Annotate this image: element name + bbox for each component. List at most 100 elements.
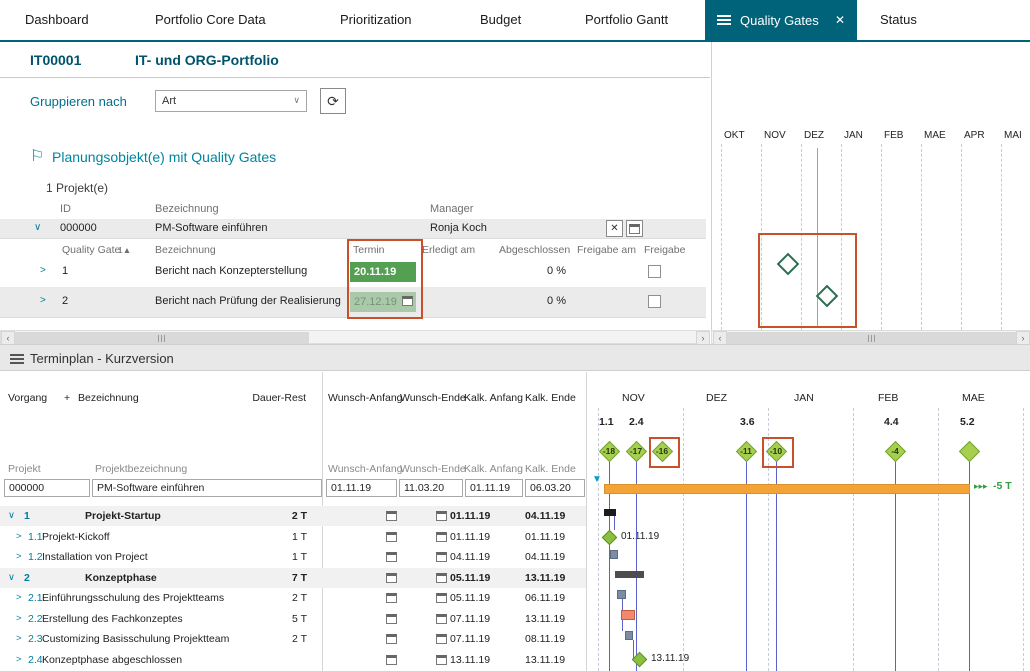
calendar-icon[interactable] (436, 593, 447, 603)
delete-button[interactable]: ✕ (606, 220, 623, 237)
task-row[interactable]: > 1.1 Projekt-Kickoff 1 T 01.11.19 01.11… (0, 527, 586, 547)
refresh-button[interactable]: ⟳ (320, 88, 346, 114)
sort-indicator[interactable]: 1▲ (118, 245, 131, 255)
quality-gate-diamond[interactable]: -18 (598, 440, 621, 463)
expand-icon[interactable]: > (16, 551, 22, 562)
collapse-icon[interactable]: ∨ (34, 222, 41, 233)
tab-prioritization[interactable]: Prioritization (340, 0, 412, 40)
freigabe-checkbox[interactable] (648, 295, 661, 308)
gate-row-2[interactable]: > 2 Bericht nach Prüfung der Realisierun… (0, 287, 706, 318)
termin-date-field[interactable]: 20.11.19 (350, 262, 416, 282)
quality-gate-diamond[interactable] (815, 284, 839, 308)
milestone-diamond-konzeptphase-end[interactable] (631, 651, 648, 668)
section-menu-icon[interactable] (10, 354, 24, 364)
task-row[interactable]: ∨ 1 Projekt-Startup 2 T 01.11.19 04.11.1… (0, 506, 586, 526)
tab-quality-gates[interactable]: Quality Gates ✕ (705, 0, 857, 40)
calendar-icon[interactable] (386, 613, 397, 624)
scroll-left-button[interactable]: ‹ (1, 331, 15, 345)
col-kalk-ende[interactable]: Kalk. Ende (525, 392, 576, 404)
calendar-icon[interactable] (436, 572, 447, 583)
tab-portfolio-core-data[interactable]: Portfolio Core Data (155, 0, 266, 40)
scrollbar-thumb[interactable] (15, 332, 309, 344)
collapse-icon[interactable]: ∨ (8, 572, 15, 583)
calendar-icon[interactable] (436, 634, 447, 644)
expand-icon[interactable]: > (16, 633, 22, 644)
collapse-icon[interactable]: ∨ (8, 510, 15, 521)
gantt-bar-projekt-startup[interactable] (604, 509, 616, 516)
col-abgeschlossen[interactable]: Abgeschlossen (499, 244, 570, 256)
task-row[interactable]: > 2.2 Erstellung des Fachkonzeptes 5 T 0… (0, 609, 586, 629)
calendar-icon[interactable] (436, 531, 447, 542)
col-erledigt-am[interactable]: Erledigt am (422, 244, 475, 256)
calendar-icon[interactable] (386, 593, 397, 603)
scroll-right-button[interactable]: › (696, 331, 710, 345)
add-task-button[interactable]: + (64, 392, 70, 404)
expand-icon[interactable]: > (40, 295, 46, 306)
col-termin[interactable]: Termin (353, 244, 385, 256)
col-bezeichnung[interactable]: Bezeichnung (78, 392, 139, 404)
gate-row-1[interactable]: > 1 Bericht nach Konzepterstellung 20.11… (0, 257, 706, 288)
col-wunsch-ende[interactable]: Wunsch-Ende (400, 392, 466, 404)
col-kalk-anfang[interactable]: Kalk. Anfang (464, 392, 523, 404)
gantt-bar-customizing[interactable] (625, 631, 633, 640)
expand-icon[interactable]: > (16, 592, 22, 603)
scrollbar-thumb[interactable] (727, 332, 1016, 344)
calendar-icon[interactable] (436, 654, 447, 665)
project-name-field[interactable]: PM-Software einführen (92, 479, 322, 497)
project-id-field[interactable]: 000000 (4, 479, 90, 497)
wunsch-anfang-field[interactable]: 01.11.19 (326, 479, 397, 497)
task-row[interactable]: > 2.4 Konzeptphase abgeschlossen 13.11.1… (0, 650, 586, 670)
col-freigabe[interactable]: Freigabe (644, 244, 685, 256)
expand-icon[interactable]: > (16, 613, 22, 624)
col-quality-gate[interactable]: Quality Gate (62, 244, 120, 256)
close-icon[interactable]: ✕ (835, 13, 845, 27)
quality-gate-diamond[interactable]: -16 (651, 440, 674, 463)
gantt-bar-einfuehrungsschulung[interactable] (617, 590, 626, 599)
gantt-bar-fachkonzept[interactable] (621, 610, 635, 620)
calendar-icon[interactable] (436, 511, 447, 521)
menu-icon[interactable] (717, 15, 731, 25)
col-vorgang[interactable]: Vorgang (8, 392, 47, 404)
tab-status[interactable]: Status (880, 0, 917, 40)
expand-icon[interactable]: > (16, 654, 22, 665)
calendar-icon[interactable] (402, 296, 413, 306)
quality-gate-diamond[interactable]: -10 (765, 440, 788, 463)
kalk-ende-field[interactable]: 06.03.20 (525, 479, 585, 497)
col-id[interactable]: ID (60, 203, 71, 215)
task-row[interactable]: > 2.3 Customizing Basisschulung Projektt… (0, 629, 586, 649)
calendar-icon[interactable] (386, 511, 397, 521)
calendar-icon[interactable] (386, 654, 397, 665)
task-row[interactable]: ∨ 2 Konzeptphase 7 T 05.11.19 13.11.19 (0, 567, 586, 588)
calendar-button[interactable] (626, 220, 643, 237)
project-row[interactable]: ∨ 000000 PM-Software einführen Ronja Koc… (0, 219, 706, 239)
quality-gate-diamond[interactable]: -17 (625, 440, 648, 463)
tab-portfolio-gantt[interactable]: Portfolio Gantt (585, 0, 668, 40)
quality-gate-diamond[interactable]: -4 (884, 440, 907, 463)
gantt-bar-project[interactable] (604, 484, 970, 494)
tab-dashboard[interactable]: Dashboard (25, 0, 89, 40)
gantt-bar-installation[interactable] (610, 550, 618, 559)
col-wunsch-anfang[interactable]: Wunsch-Anfang (328, 392, 403, 404)
quality-gate-diamond[interactable] (958, 440, 981, 463)
col-gate-name[interactable]: Bezeichnung (155, 244, 216, 256)
kalk-anfang-field[interactable]: 01.11.19 (465, 479, 523, 497)
calendar-icon[interactable] (436, 613, 447, 624)
quality-gate-diamond[interactable]: -11 (735, 440, 758, 463)
scroll-right-button[interactable]: › (1016, 331, 1030, 345)
scroll-left-button[interactable]: ‹ (713, 331, 727, 345)
col-manager[interactable]: Manager (430, 203, 473, 215)
expand-icon[interactable]: > (16, 531, 22, 542)
calendar-icon[interactable] (386, 634, 397, 644)
groupby-select[interactable]: Art ∨ (155, 90, 307, 112)
quality-gate-diamond[interactable] (776, 252, 800, 276)
col-bezeichnung[interactable]: Bezeichnung (155, 203, 219, 215)
gantt-bar-konzeptphase[interactable] (615, 571, 644, 578)
freigabe-checkbox[interactable] (648, 265, 661, 278)
col-freigabe-am[interactable]: Freigabe am (577, 244, 636, 256)
termin-date-field[interactable]: 27.12.19 (350, 292, 416, 312)
calendar-icon[interactable] (386, 552, 397, 562)
wunsch-ende-field[interactable]: 11.03.20 (399, 479, 463, 497)
calendar-icon[interactable] (386, 531, 397, 542)
col-dauer-rest[interactable]: Dauer-Rest (248, 392, 306, 404)
milestone-diamond-kickoff[interactable] (601, 529, 618, 546)
